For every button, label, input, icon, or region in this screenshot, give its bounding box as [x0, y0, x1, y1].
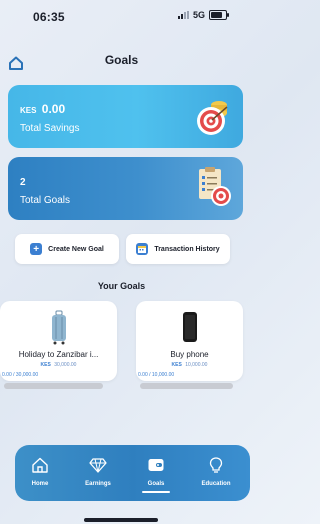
suitcase-icon: [51, 310, 66, 345]
create-goal-label: Create New Goal: [48, 245, 104, 253]
goal-target-currency: KES: [40, 362, 51, 368]
total-savings-card[interactable]: KES 0.00 Total Savings: [8, 85, 243, 148]
network-label: 5G: [192, 10, 205, 20]
goal-progress-bar: [4, 383, 103, 389]
savings-value: 0.00: [41, 102, 66, 116]
goals-label: Total Goals: [20, 195, 71, 206]
tab-label: Earnings: [85, 481, 111, 487]
total-goals-card[interactable]: 2 Total Goals: [8, 157, 243, 220]
create-new-goal-button[interactable]: + Create New Goal: [15, 234, 119, 264]
calendar-icon: [136, 243, 149, 255]
transaction-history-label: Transaction History: [154, 245, 220, 253]
status-time: 06:35: [33, 10, 65, 24]
status-bar: 06:35 5G: [0, 0, 243, 34]
tab-education[interactable]: Education: [193, 456, 239, 494]
tab-goals[interactable]: Goals: [133, 456, 179, 494]
goal-card-phone[interactable]: Buy phone KES 10,000.00 0.00 / 10,000.00: [136, 301, 243, 389]
goal-name: Buy phone: [170, 350, 209, 359]
goal-target: KES 30,000.00: [0, 362, 117, 368]
diamond-icon: [89, 458, 107, 473]
goal-card-holiday[interactable]: Holiday to Zanzibar i... KES 30,000.00 0…: [0, 301, 117, 389]
bottom-tab-bar: Home Earnings Goals Education: [15, 445, 250, 501]
savings-currency: KES: [20, 106, 37, 115]
action-row: + Create New Goal Transaction History: [15, 234, 230, 264]
home-icon: [32, 457, 48, 473]
home-indicator[interactable]: [84, 518, 158, 522]
page-title: Goals: [104, 53, 139, 67]
target-coins-icon: [197, 101, 228, 135]
goal-target-currency: KES: [171, 362, 182, 368]
battery-icon: [209, 10, 229, 20]
lightbulb-icon: [209, 457, 223, 473]
savings-label: Total Savings: [20, 123, 80, 134]
goal-target-value: 30,000.00: [54, 362, 77, 368]
status-indicators: 5G: [177, 10, 229, 20]
wallet-icon: [148, 459, 164, 471]
plus-icon: +: [30, 243, 43, 255]
your-goals-heading: Your Goals: [97, 281, 146, 291]
tab-label: Home: [31, 481, 49, 487]
tab-label: Goals: [133, 481, 179, 487]
tab-label: Education: [201, 481, 231, 487]
goal-progress-bar: [140, 383, 233, 389]
goal-name: Holiday to Zanzibar i...: [18, 350, 99, 359]
savings-amount: KES 0.00: [20, 102, 65, 116]
goal-progress-text: 0.00 / 10,000.00: [138, 372, 175, 378]
phone-icon: [182, 312, 197, 342]
checklist-target-icon: [199, 167, 231, 206]
goals-count: 2: [20, 177, 26, 188]
tab-earnings[interactable]: Earnings: [75, 456, 121, 494]
goal-target-value: 10,000.00: [185, 362, 208, 368]
transaction-history-button[interactable]: Transaction History: [126, 234, 230, 264]
goal-target: KES 10,000.00: [136, 362, 243, 368]
goal-progress-text: 0.00 / 30,000.00: [2, 372, 39, 378]
tab-home[interactable]: Home: [17, 456, 63, 494]
signal-icon: [177, 11, 189, 19]
